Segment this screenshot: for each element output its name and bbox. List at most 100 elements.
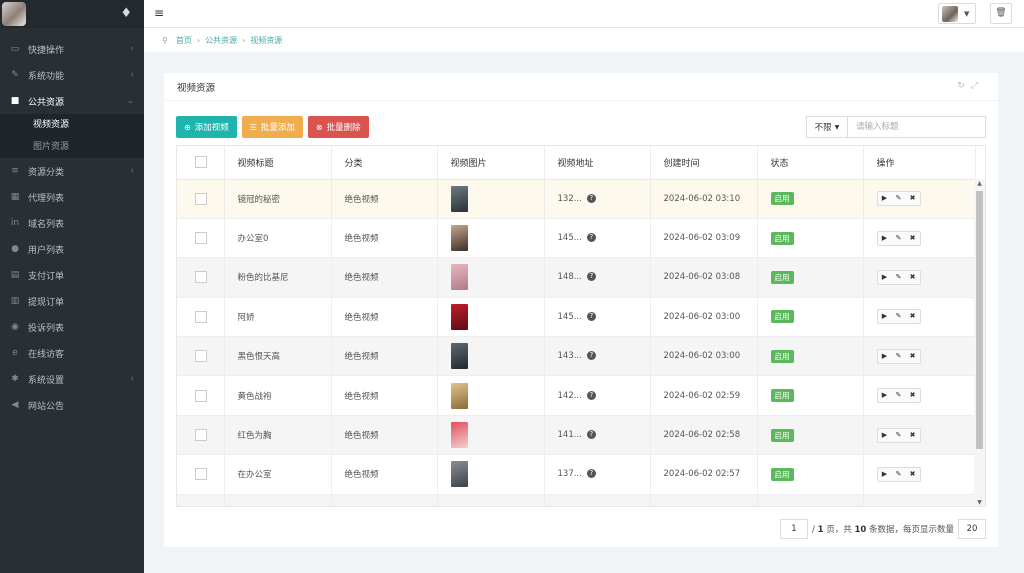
row-checkbox[interactable] [195,271,207,284]
sidebar-item[interactable]: ▤ 支付订单 [0,262,144,288]
table-row[interactable]: 黄色战袍 绝色视频 142...? 2024-06-02 02:59 启用 ▶ ✎ ✖ [177,375,976,416]
add-video-button[interactable]: ⊕ 添加视频 [176,116,237,138]
scroll-down-arrow-icon[interactable]: ▼ [974,498,985,506]
status-badge[interactable]: 启用 [770,231,794,245]
user-menu-button[interactable]: ▼ [938,3,976,24]
table-row[interactable]: 黑色恨天高 绝色视频 143...? 2024-06-02 03:00 启用 ▶ ✎ ✖ [177,336,976,377]
batch-delete-button[interactable]: ⊗ 批量删除 [307,116,369,138]
sidebar-item[interactable]: e 在线访客 [0,340,144,366]
sidebar-item[interactable]: ✱ 系统设置 ‹ [0,366,144,392]
row-checkbox[interactable] [195,310,207,323]
table-row[interactable] [177,494,976,506]
video-thumbnail[interactable] [450,185,468,212]
search-input[interactable] [847,116,986,138]
delete-icon[interactable]: ✖ [906,232,920,245]
question-circle-icon[interactable]: ? [586,390,596,400]
delete-icon[interactable]: ✖ [906,468,920,481]
filter-select[interactable]: 不限 ▼ [806,116,847,138]
question-circle-icon[interactable]: ? [586,430,596,440]
sidebar-item[interactable]: ▭ 快捷操作 ‹ [0,36,144,62]
select-all-checkbox[interactable] [195,156,207,169]
play-icon[interactable]: ▶ [878,468,892,481]
play-icon[interactable]: ▶ [878,429,892,442]
video-thumbnail[interactable] [450,422,468,449]
play-icon[interactable]: ▶ [878,310,892,323]
scroll-up-arrow-icon[interactable]: ▲ [974,179,985,189]
delete-icon[interactable]: ✖ [906,271,920,284]
status-badge[interactable]: 启用 [770,192,794,206]
sidebar-subitem[interactable]: 视频资源 [0,114,144,136]
table-row[interactable]: 阿娇 绝色视频 145...? 2024-06-02 03:00 启用 ▶ ✎ ✖ [177,297,976,338]
row-checkbox[interactable] [195,192,207,205]
question-circle-icon[interactable]: ? [586,233,596,243]
sidebar-item[interactable]: ◀ 网站公告 [0,392,144,418]
edit-icon[interactable]: ✎ [892,350,906,363]
edit-icon[interactable]: ✎ [892,192,906,205]
table-row[interactable]: 办公室0 绝色视频 145...? 2024-06-02 03:09 启用 ▶ ✎ ✖ [177,218,976,259]
sidebar-subitem[interactable]: 图片资源 [0,136,144,158]
edit-icon[interactable]: ✎ [892,271,906,284]
clear-cache-button[interactable]: 🗑 [990,3,1012,24]
breadcrumb-home[interactable]: 首页 [176,35,192,46]
video-thumbnail[interactable] [450,461,468,488]
status-badge[interactable]: 启用 [770,467,794,481]
delete-icon[interactable]: ✖ [906,429,920,442]
delete-icon[interactable]: ✖ [906,350,920,363]
row-checkbox[interactable] [195,429,207,442]
fullscreen-icon[interactable]: ⤢ [971,81,984,91]
table-scrollbar[interactable]: ▲ ▼ [974,179,985,506]
video-thumbnail[interactable] [450,382,468,409]
sidebar-item[interactable]: ● 用户列表 [0,236,144,262]
row-checkbox[interactable] [195,350,207,363]
table-row[interactable]: 红色为胸 绝色视频 141...? 2024-06-02 02:58 启用 ▶ ✎ ✖ [177,415,976,456]
edit-icon[interactable]: ✎ [892,429,906,442]
table-row[interactable]: 镜冠的秘密 绝色视频 132...? 2024-06-02 03:10 启用 ▶ ✎ ✖ [177,179,976,219]
play-icon[interactable]: ▶ [878,389,892,402]
play-icon[interactable]: ▶ [878,271,892,284]
status-badge[interactable]: 启用 [770,270,794,284]
avatar[interactable] [2,2,26,26]
sidebar-item[interactable]: ✎ 系统功能 ‹ [0,62,144,88]
sidebar-item[interactable]: ▥ 提现订单 [0,288,144,314]
video-thumbnail[interactable] [450,343,468,370]
sidebar-item[interactable]: in 域名列表 [0,210,144,236]
refresh-icon[interactable]: ↻ [957,81,971,91]
table-row[interactable]: 在办公室 绝色视频 137...? 2024-06-02 02:57 启用 ▶ ✎ ✖ [177,454,976,495]
scrollbar-thumb[interactable] [976,191,983,449]
status-badge[interactable]: 启用 [770,310,794,324]
play-icon[interactable]: ▶ [878,192,892,205]
question-circle-icon[interactable]: ? [586,351,596,361]
sidebar-item[interactable]: ◉ 投诉列表 [0,314,144,340]
row-checkbox[interactable] [195,389,207,402]
question-circle-icon[interactable]: ? [586,469,596,479]
play-icon[interactable]: ▶ [878,350,892,363]
delete-icon[interactable]: ✖ [906,192,920,205]
page-number-input[interactable]: 1 [780,519,809,539]
edit-icon[interactable]: ✎ [892,310,906,323]
video-thumbnail[interactable] [450,303,468,330]
status-badge[interactable]: 启用 [770,349,794,363]
breadcrumb-public-resources[interactable]: 公共资源 [205,35,237,46]
question-circle-icon[interactable]: ? [586,272,596,282]
status-badge[interactable]: 启用 [770,428,794,442]
play-icon[interactable]: ▶ [878,232,892,245]
breadcrumb-video-resources[interactable]: 视频资源 [250,35,282,46]
table-row[interactable]: 粉色的比基尼 绝色视频 148...? 2024-06-02 03:08 启用 ▶ ✎ ✖ [177,257,976,298]
delete-icon[interactable]: ✖ [906,389,920,402]
batch-add-button[interactable]: ☰ 批量添加 [241,116,303,138]
status-badge[interactable]: 启用 [770,389,794,403]
edit-icon[interactable]: ✎ [892,468,906,481]
edit-icon[interactable]: ✎ [892,389,906,402]
sidebar-item[interactable]: ■ 公共资源 ⌄ [0,88,144,114]
sidebar-item[interactable]: ≡ 资源分类 ‹ [0,158,144,184]
video-thumbnail[interactable] [450,264,468,291]
edit-icon[interactable]: ✎ [892,232,906,245]
water-drop-icon[interactable]: ♦ [120,6,132,21]
page-size-input[interactable]: 20 [958,519,986,539]
hamburger-menu-icon[interactable]: ≡ [154,6,164,20]
delete-icon[interactable]: ✖ [906,310,920,323]
row-checkbox[interactable] [195,232,207,245]
row-checkbox[interactable] [195,468,207,481]
video-thumbnail[interactable] [450,225,468,252]
question-circle-icon[interactable]: ? [586,193,596,203]
